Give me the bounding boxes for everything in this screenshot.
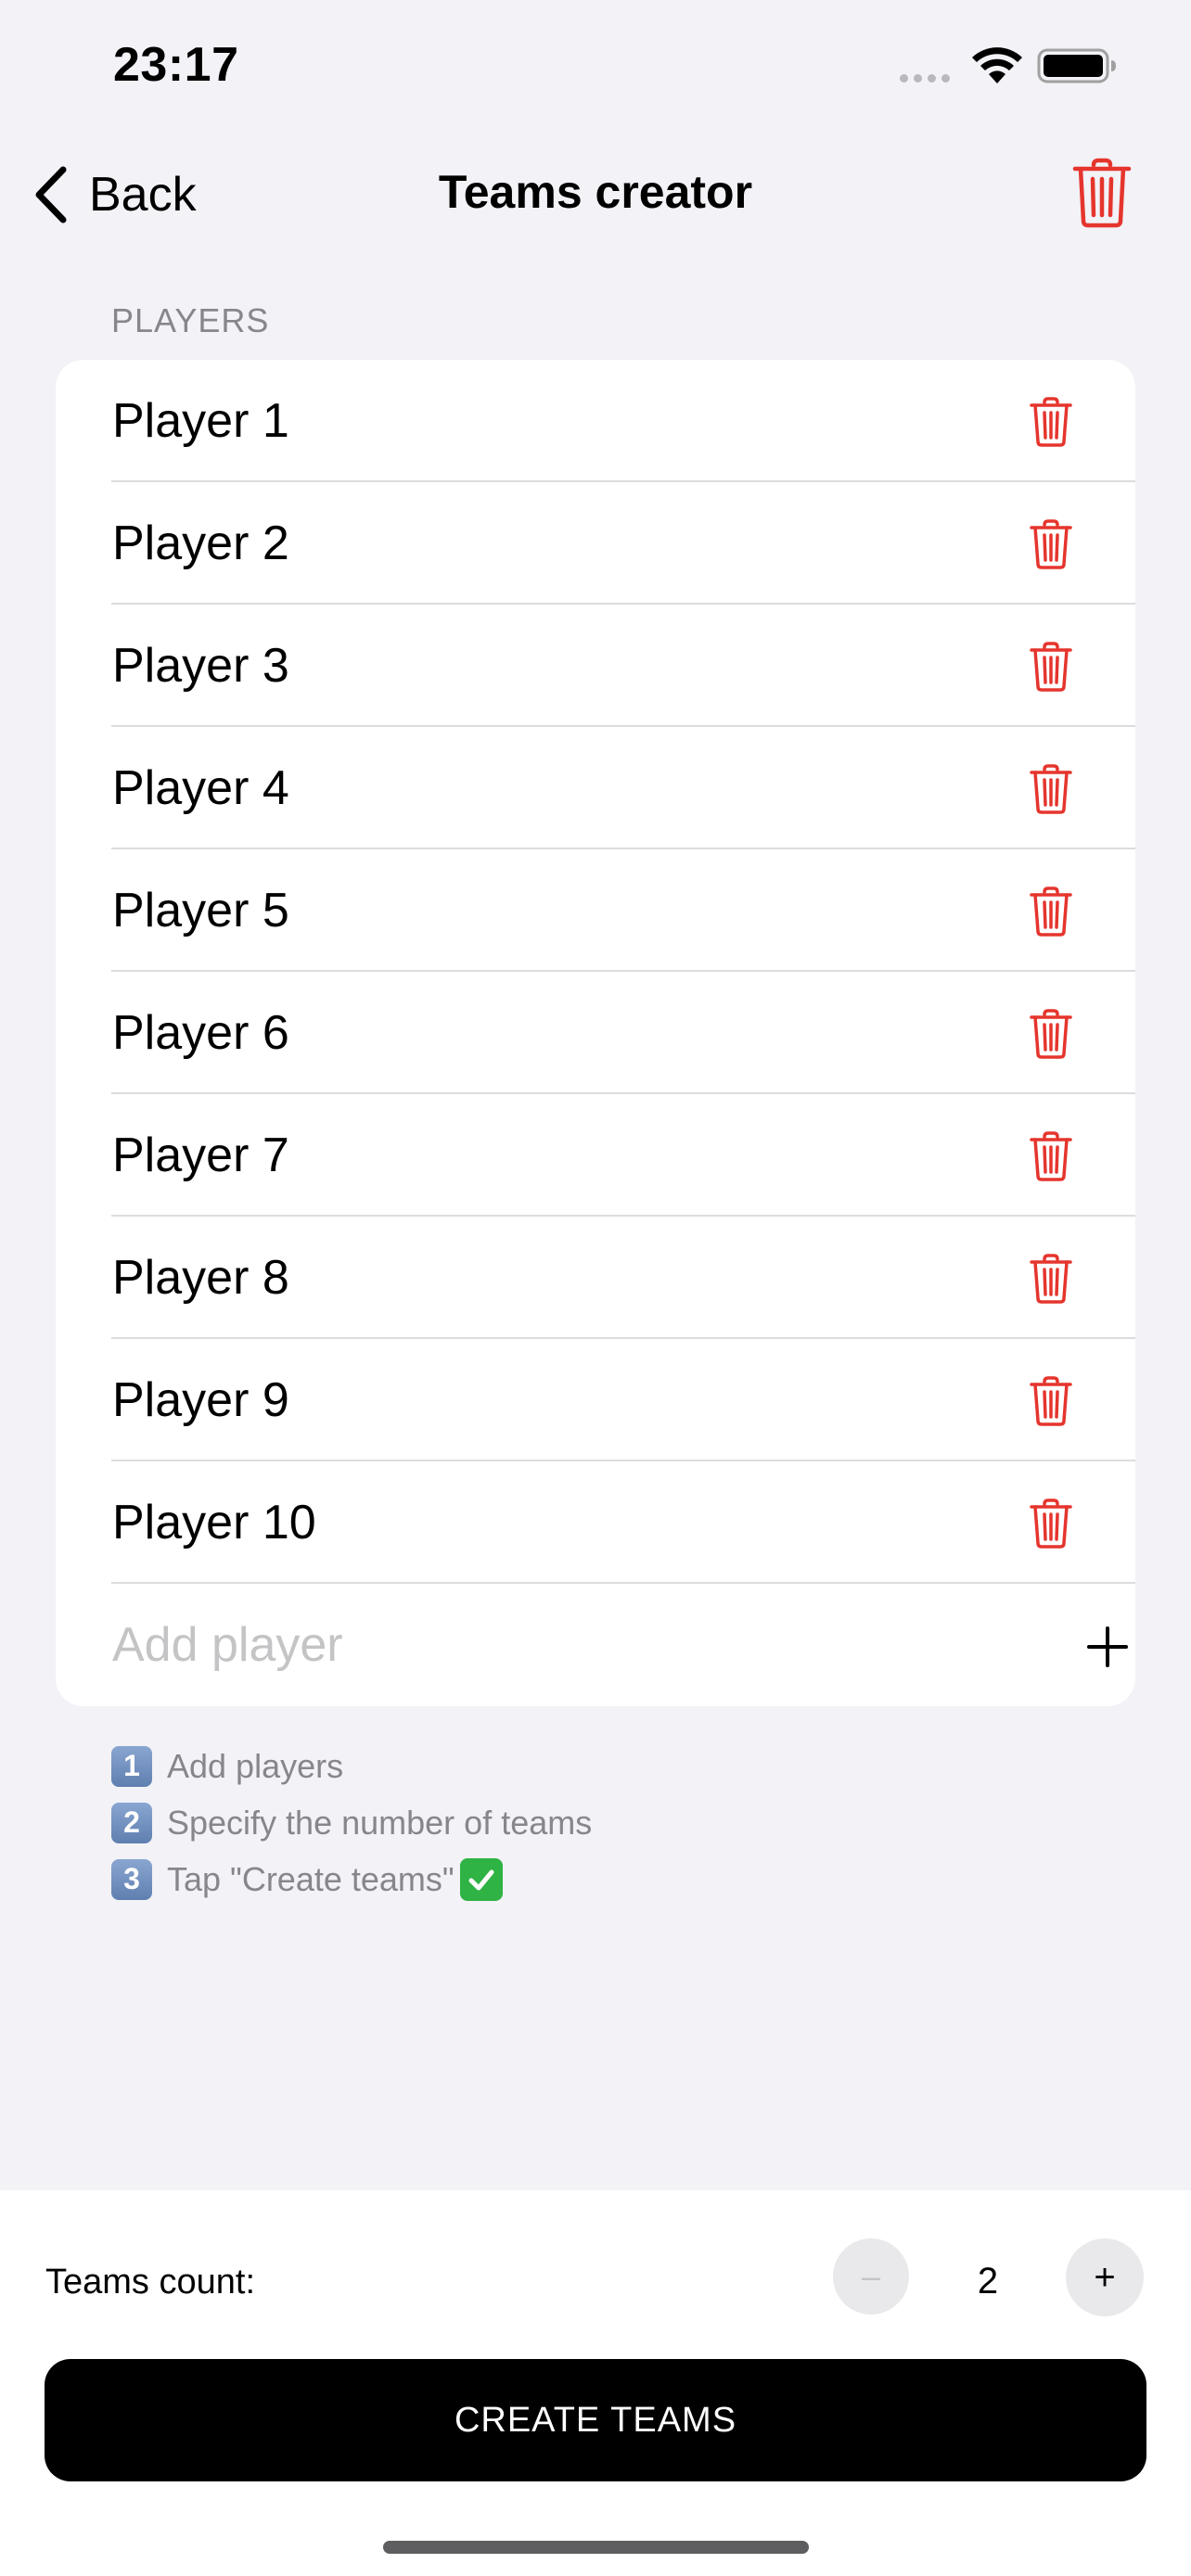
trash-icon[interactable] — [1030, 397, 1072, 447]
status-time: 23:17 — [113, 38, 239, 92]
trash-icon[interactable] — [1030, 1254, 1072, 1304]
player-row[interactable]: Player 1 — [56, 360, 1135, 482]
decrement-teams-button[interactable]: – — [833, 2238, 909, 2315]
player-name: Player 10 — [112, 1496, 316, 1549]
trash-icon[interactable] — [1030, 1131, 1072, 1181]
add-player-input[interactable] — [112, 1584, 947, 1706]
home-indicator — [383, 2541, 809, 2554]
player-name: Player 9 — [112, 1373, 289, 1427]
status-bar: 23:17 — [0, 0, 1191, 139]
delete-all-button[interactable] — [1072, 158, 1132, 228]
player-name: Player 5 — [112, 884, 289, 937]
instruction-text: Tap "Create teams" — [167, 1859, 455, 1898]
page-title: Teams creator — [438, 166, 753, 218]
check-mark-icon — [459, 1857, 503, 1901]
player-row[interactable]: Player 6 — [56, 972, 1135, 1094]
player-row[interactable]: Player 3 — [56, 605, 1135, 727]
player-row[interactable]: Player 8 — [56, 1217, 1135, 1339]
instruction-text: Add players — [167, 1746, 344, 1785]
player-row[interactable]: Player 4 — [56, 727, 1135, 849]
player-row[interactable]: Player 2 — [56, 482, 1135, 605]
player-name: Player 6 — [112, 1006, 289, 1060]
create-teams-button[interactable]: CREATE TEAMS — [45, 2359, 1146, 2481]
plus-icon[interactable] — [1087, 1626, 1128, 1667]
teams-count-label: Teams count: — [45, 2263, 255, 2302]
instruction-item: 1 Add players — [111, 1738, 592, 1794]
player-name: Player 4 — [112, 761, 289, 815]
player-name: Player 8 — [112, 1251, 289, 1305]
player-row[interactable]: Player 5 — [56, 849, 1135, 972]
player-name: Player 2 — [112, 516, 289, 570]
instruction-text: Specify the number of teams — [167, 1803, 593, 1842]
keycap-three-icon: 3 — [111, 1858, 152, 1900]
keycap-two-icon: 2 — [111, 1802, 152, 1843]
instruction-item: 3 Tap "Create teams" — [111, 1851, 592, 1907]
trash-icon[interactable] — [1030, 642, 1072, 692]
trash-icon[interactable] — [1030, 886, 1072, 937]
bottom-panel: Teams count: – 2 + CREATE TEAMS — [0, 2190, 1191, 2576]
trash-icon[interactable] — [1030, 1376, 1072, 1426]
trash-icon[interactable] — [1030, 1498, 1072, 1549]
trash-icon[interactable] — [1030, 519, 1072, 569]
player-name: Player 7 — [112, 1129, 289, 1182]
player-row[interactable]: Player 10 — [56, 1461, 1135, 1584]
player-row[interactable]: Player 9 — [56, 1339, 1135, 1461]
player-name: Player 3 — [112, 639, 289, 693]
teams-count-value: 2 — [977, 2261, 999, 2302]
keycap-one-icon: 1 — [111, 1745, 152, 1787]
trash-icon[interactable] — [1030, 764, 1072, 814]
increment-teams-button[interactable]: + — [1066, 2238, 1144, 2316]
instructions: 1 Add players 2 Specify the number of te… — [111, 1738, 592, 1907]
add-player-row — [56, 1584, 1135, 1706]
player-name: Player 1 — [112, 394, 289, 448]
instruction-item: 2 Specify the number of teams — [111, 1794, 592, 1851]
player-row[interactable]: Player 7 — [56, 1094, 1135, 1217]
signal-dots-icon — [900, 74, 950, 83]
wifi-icon — [972, 47, 1022, 83]
trash-icon[interactable] — [1030, 1009, 1072, 1059]
battery-icon — [1037, 48, 1116, 83]
players-list: Player 1 Player 2 Player 3 Player 4 Play… — [56, 360, 1135, 1706]
navigation-bar: Back Teams creator — [0, 139, 1191, 250]
section-header-players: PLAYERS — [111, 301, 270, 339]
